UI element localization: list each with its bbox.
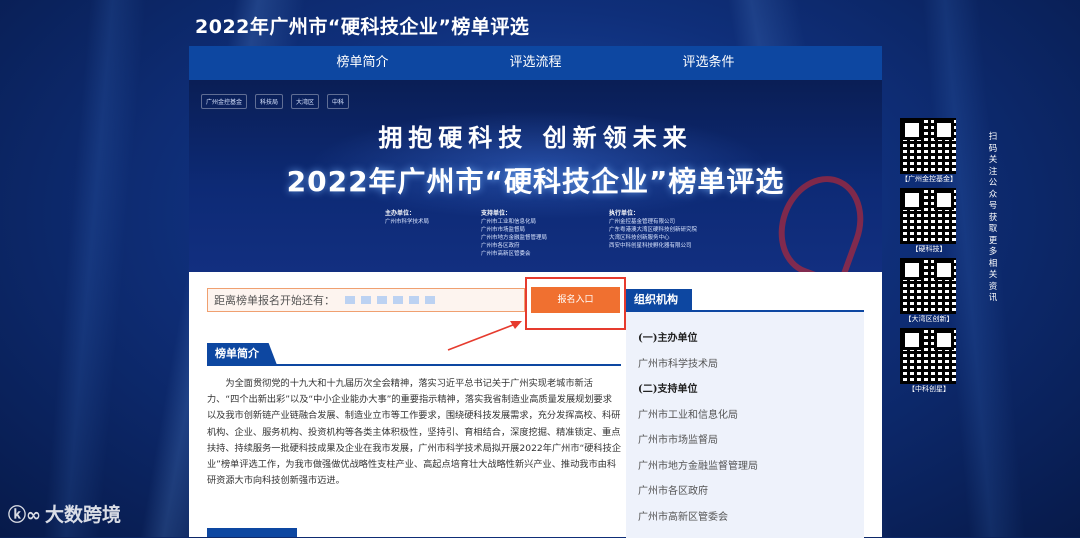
orgs-list-item: 广州市地方金融监督管理局 <box>638 460 758 472</box>
orgs-section-header: 组织机构 <box>626 288 864 312</box>
banner-support-item: 广州市地方金融监督管理局 <box>481 235 548 241</box>
orgs-list-item: 广州市工业和信息化局 <box>638 409 738 421</box>
banner-support-item: 广州市工业和信息化局 <box>481 219 537 225</box>
orgs-list-item: 广州市各区政府 <box>638 486 708 497</box>
hero-banner: 广州金控基金 科技局 大湾区 中科 拥抱硬科技 创新领未来 2022年广州市“硬… <box>189 80 882 272</box>
banner-support-head: 支持单位： <box>481 210 512 217</box>
watermark: ⓚ∞ 大数跨境 <box>8 500 121 527</box>
banner-logos: 广州金控基金 科技局 大湾区 中科 <box>201 94 350 109</box>
banner-exec-orgs: 执行单位： 广州金控基金管理有限公司 广东粤港澳大湾区硬科技创新研究院 大湾区科… <box>609 210 697 250</box>
intro-section-header: 榜单简介 <box>207 342 621 366</box>
qr-code-icon <box>900 188 956 244</box>
qr-item[interactable]: 【中科创星】 <box>900 328 958 394</box>
qr-label: 【硬科技】 <box>911 245 947 253</box>
qr-code-icon <box>900 328 956 384</box>
orgs-panel: 组织机构 (一)主办单位 广州市科学技术局 (二)支持单位 广州市工业和信息化局… <box>626 288 864 538</box>
orgs-list: (一)主办单位 广州市科学技术局 (二)支持单位 广州市工业和信息化局 广州市市… <box>638 326 758 530</box>
qr-label: 【广州金控基金】 <box>901 175 957 183</box>
orgs-list-item: 广州市市场监督局 <box>638 435 718 446</box>
banner-support-orgs: 支持单位： 广州市工业和信息化局 广州市市场监督局 广州市地方金融监督管理局 广… <box>481 210 547 258</box>
qr-code-column: 【广州金控基金】 【硬科技】 【大湾区创新】 【中科创星】 <box>900 118 958 398</box>
orgs-group-host: (一)主办单位 <box>638 333 698 344</box>
nav-item-intro[interactable]: 榜单简介 <box>276 46 449 80</box>
watermark-text: 大数跨境 <box>45 504 122 526</box>
top-nav: 榜单简介 评选流程 评选条件 <box>189 46 882 80</box>
banner-exec-head: 执行单位： <box>609 210 640 217</box>
orgs-list-item: 广州市高新区管委会 <box>638 511 728 523</box>
partner-logo: 科技局 <box>255 94 284 109</box>
signup-button[interactable]: 报名入口 <box>531 287 620 313</box>
nav-item-conditions[interactable]: 评选条件 <box>622 46 795 80</box>
partner-logo: 大湾区 <box>291 94 320 109</box>
countdown-bar: 距离榜单报名开始还有： <box>207 288 525 312</box>
banner-host-head: 主办单位： <box>385 210 416 217</box>
countdown-label: 距离榜单报名开始还有： <box>214 294 335 307</box>
qr-caption: 扫码关注公众号获取更多相关资讯 <box>988 132 998 303</box>
banner-support-item: 广州市高新区管委会 <box>481 251 531 257</box>
intro-text: 为全面贯彻党的十九大和十九届历次全会精神，落实习近平总书记关于广州实现老城市新活… <box>207 378 622 487</box>
watermark-logo-icon: ⓚ∞ <box>8 504 41 526</box>
orgs-group-support: (二)支持单位 <box>638 384 698 395</box>
intro-tab[interactable]: 榜单简介 <box>207 343 277 365</box>
qr-label: 【大湾区创新】 <box>904 315 954 323</box>
site-title: 2022年广州市“硬科技企业”榜单评选 <box>195 16 530 38</box>
banner-host-orgs: 主办单位： 广州市科学技术局 <box>385 210 429 226</box>
partner-logo: 中科 <box>327 94 350 109</box>
qr-code-icon <box>900 258 956 314</box>
qr-item[interactable]: 【广州金控基金】 <box>900 118 958 184</box>
main-content: 距离榜单报名开始还有： 报名入口 榜单简介 为全面贯彻党的十九大和十九届历次全会… <box>189 272 882 538</box>
partner-logo: 广州金控基金 <box>201 94 248 109</box>
banner-host-item: 广州市科学技术局 <box>385 219 430 225</box>
banner-exec-item: 广东粤港澳大湾区硬科技创新研究院 <box>609 227 698 233</box>
nav-item-process[interactable]: 评选流程 <box>449 46 622 80</box>
banner-exec-item: 大湾区科技创新服务中心 <box>609 235 670 241</box>
qr-code-icon <box>900 118 956 174</box>
orgs-list-item: 广州市科学技术局 <box>638 358 718 370</box>
banner-support-item: 广州市各区政府 <box>481 243 520 249</box>
countdown-timer <box>345 296 435 304</box>
next-section-tab <box>207 528 297 537</box>
banner-exec-item: 广州金控基金管理有限公司 <box>609 219 676 225</box>
banner-support-item: 广州市市场监督局 <box>481 227 526 233</box>
banner-title: 2022年广州市“硬科技企业”榜单评选 <box>286 165 785 198</box>
banner-exec-item: 西安中科创星科技孵化器有限公司 <box>609 243 692 249</box>
qr-item[interactable]: 【大湾区创新】 <box>900 258 958 324</box>
orgs-tab[interactable]: 组织机构 <box>626 289 692 311</box>
banner-slogan: 拥抱硬科技 创新领未来 <box>378 123 693 152</box>
qr-item[interactable]: 【硬科技】 <box>900 188 958 254</box>
qr-label: 【中科创星】 <box>908 385 950 393</box>
